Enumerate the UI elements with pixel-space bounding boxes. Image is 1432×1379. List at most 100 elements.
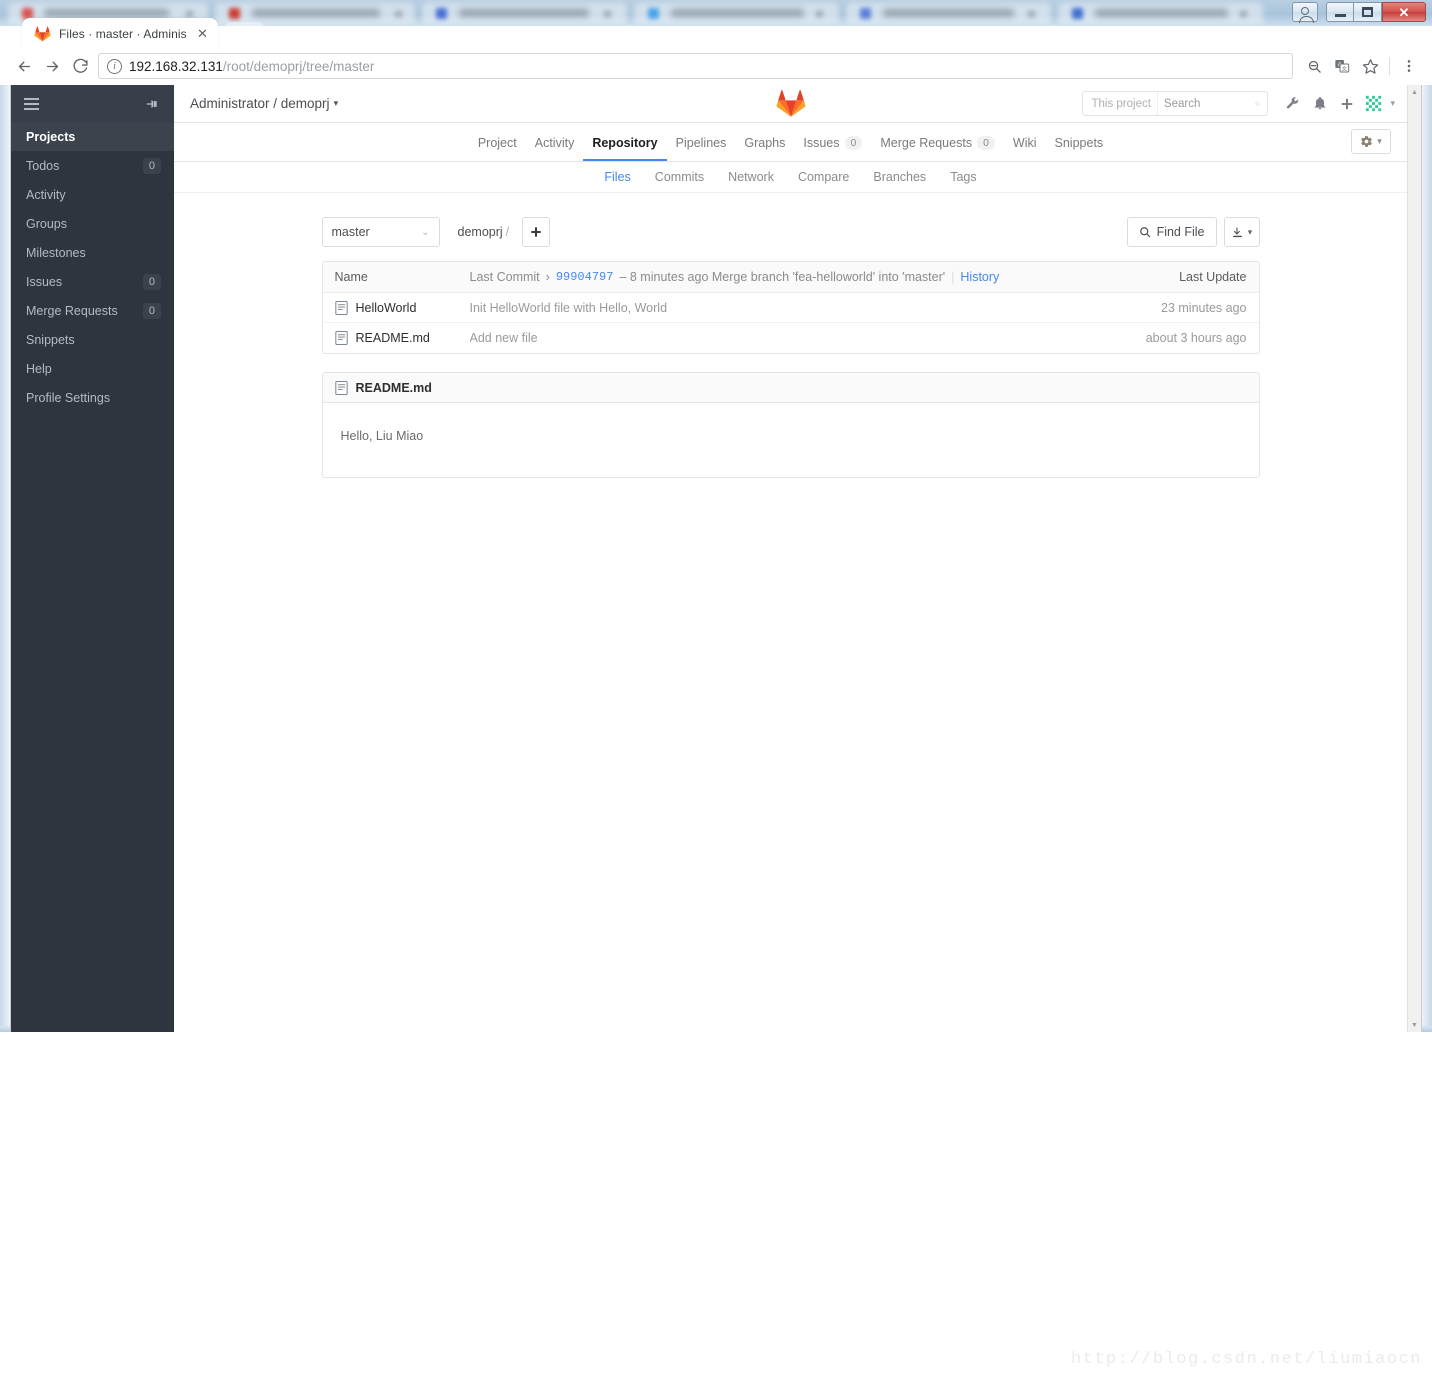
project-settings-button[interactable]: ▾ — [1351, 129, 1391, 154]
file-name-link[interactable]: HelloWorld — [356, 301, 417, 315]
commit-sha-link[interactable]: 99904797 — [556, 270, 614, 284]
translate-icon[interactable]: A 文 — [1329, 53, 1355, 79]
nav-tab-pipelines[interactable]: Pipelines — [667, 136, 736, 161]
file-name-cell: HelloWorld — [334, 301, 470, 315]
nav-tab-issues[interactable]: Issues 0 — [794, 136, 871, 161]
sidebar-item-snippets[interactable]: Snippets — [11, 325, 174, 354]
nav-tab-label: Snippets — [1054, 136, 1104, 150]
wrench-icon[interactable] — [1280, 91, 1305, 116]
readme-card: README.md Hello, Liu Miao — [321, 372, 1260, 478]
search-input[interactable]: This project Search — [1082, 91, 1269, 116]
sidebar-item-help[interactable]: Help — [11, 354, 174, 383]
zoom-out-icon[interactable] — [1301, 53, 1327, 79]
plus-icon — [531, 227, 541, 237]
repo-toolbar: master ⌄ demoprj / Find File ▾ — [321, 217, 1260, 247]
sidebar-item-activity[interactable]: Activity — [11, 180, 174, 209]
adjacent-tab[interactable] — [217, 22, 265, 50]
sidebar-item-todos[interactable]: Todos 0 — [11, 151, 174, 180]
window-edge-right — [1422, 85, 1432, 1032]
sidebar-item-projects[interactable]: Projects — [11, 122, 174, 151]
subnav-tab-branches[interactable]: Branches — [861, 170, 938, 184]
search-placeholder: Search — [1163, 97, 1201, 110]
sidebar-item-label: Milestones — [26, 245, 86, 260]
active-browser-tab[interactable]: Files · master · Adminis ✕ — [22, 18, 218, 50]
plus-icon[interactable] — [1334, 91, 1359, 116]
browser-window: ✕ Files · master · Adminis ✕ i 192.168.3… — [0, 0, 1432, 1032]
add-file-button[interactable] — [522, 217, 551, 247]
download-button[interactable]: ▾ — [1223, 217, 1260, 247]
breadcrumb[interactable]: Administrator / demoprj ▾ — [190, 96, 338, 111]
search-icon — [1139, 227, 1150, 238]
subnav-tab-tags[interactable]: Tags — [938, 170, 988, 184]
nav-tab-snippets[interactable]: Snippets — [1046, 136, 1113, 161]
sidebar-item-badge: 0 — [142, 273, 161, 290]
table-row[interactable]: README.md Add new file about 3 hours ago — [323, 323, 1259, 353]
gitlab-logo[interactable] — [776, 89, 806, 123]
bookmark-star-icon[interactable] — [1357, 53, 1383, 79]
header-actions: This project Search ▾ — [1082, 91, 1395, 116]
subnav-tab-compare[interactable]: Compare — [786, 170, 861, 184]
file-commit-message: Add new file — [469, 331, 538, 345]
subnav-tab-network[interactable]: Network — [716, 170, 786, 184]
sidebar-item-profile-settings[interactable]: Profile Settings — [11, 383, 174, 412]
sidebar-item-label: Help — [26, 361, 52, 376]
branch-selector[interactable]: master ⌄ — [321, 217, 440, 247]
gitlab-sidebar: Projects Todos 0 Activity Groups Milestones Is… — [11, 85, 174, 1032]
user-avatar[interactable] — [1361, 91, 1386, 116]
gear-icon — [1361, 136, 1373, 147]
pin-icon[interactable] — [145, 97, 159, 111]
scroll-up-arrow[interactable]: ▲ — [1408, 85, 1421, 99]
sidebar-item-merge-requests[interactable]: Merge Requests 0 — [11, 296, 174, 325]
branch-name: master — [331, 225, 370, 239]
back-button[interactable] — [10, 52, 38, 80]
path-root[interactable]: demoprj — [458, 225, 503, 239]
sidebar-item-label: Merge Requests — [26, 303, 118, 318]
browser-toolbar: i 192.168.32.131/root/demoprj/tree/maste… — [0, 50, 1432, 82]
close-icon: ✕ — [1398, 4, 1410, 20]
nav-tab-graphs[interactable]: Graphs — [735, 136, 794, 161]
scroll-down-arrow[interactable]: ▼ — [1408, 1018, 1421, 1032]
subnav-tab-commits[interactable]: Commits — [643, 170, 716, 184]
history-link[interactable]: History — [960, 270, 999, 284]
table-row[interactable]: HelloWorld Init HelloWorld file with Hell… — [322, 293, 1259, 323]
chevron-right-icon: › — [545, 270, 550, 284]
avatar-chevron-down-icon[interactable]: ▾ — [1390, 98, 1395, 109]
commit-divider: | — [951, 270, 955, 284]
toolbar-icons: A 文 — [1301, 53, 1422, 79]
nav-tab-merge-requests[interactable]: Merge Requests 0 — [871, 136, 1004, 161]
file-name-link[interactable]: README.md — [356, 331, 430, 345]
nav-tab-wiki[interactable]: Wiki — [1004, 136, 1046, 161]
sidebar-item-badge: 0 — [142, 302, 161, 319]
subnav-tab-files[interactable]: Files — [592, 170, 642, 184]
bell-icon[interactable] — [1307, 91, 1332, 116]
nav-tab-label: Project — [477, 136, 517, 150]
chevron-down-icon: ⌄ — [421, 226, 430, 238]
sidebar-menu: Projects Todos 0 Activity Groups Milestones Is… — [11, 122, 174, 412]
settings-chevron-down-icon: ▾ — [1377, 136, 1382, 146]
tab-close-icon[interactable]: ✕ — [195, 26, 210, 42]
column-header-last-commit: Last Commit — [469, 270, 540, 284]
nav-tab-activity[interactable]: Activity — [526, 136, 584, 161]
page-viewport: Projects Todos 0 Activity Groups Milestones Is… — [10, 85, 1422, 1032]
nav-tab-label: Repository — [592, 136, 658, 150]
minimize-icon — [1334, 13, 1346, 17]
sidebar-item-issues[interactable]: Issues 0 — [11, 267, 174, 296]
nav-tab-project[interactable]: Project — [469, 136, 526, 161]
hamburger-icon[interactable] — [24, 97, 39, 110]
sidebar-item-milestones[interactable]: Milestones — [11, 238, 174, 267]
user-account-icon — [1299, 7, 1314, 23]
page-scrollbar[interactable]: ▲ ▼ — [1407, 85, 1421, 1032]
file-icon — [334, 331, 348, 345]
nav-tab-repository[interactable]: Repository — [583, 136, 666, 161]
reload-button[interactable] — [66, 52, 94, 80]
file-table-header: Name Last Commit › 99904797 – 8 minutes … — [322, 262, 1259, 293]
file-updated-time: 23 minutes ago — [1161, 300, 1247, 315]
site-info-icon[interactable]: i — [107, 58, 122, 74]
sidebar-item-label: Issues — [26, 274, 63, 289]
address-bar[interactable]: i 192.168.32.131/root/demoprj/tree/maste… — [98, 53, 1293, 79]
forward-button[interactable] — [38, 52, 66, 80]
sidebar-item-groups[interactable]: Groups — [11, 209, 174, 238]
project-nav: Project Activity Repository Pipelines Graphs… — [174, 123, 1407, 162]
find-file-button[interactable]: Find File — [1126, 217, 1217, 247]
three-dot-menu-icon[interactable] — [1396, 53, 1422, 79]
